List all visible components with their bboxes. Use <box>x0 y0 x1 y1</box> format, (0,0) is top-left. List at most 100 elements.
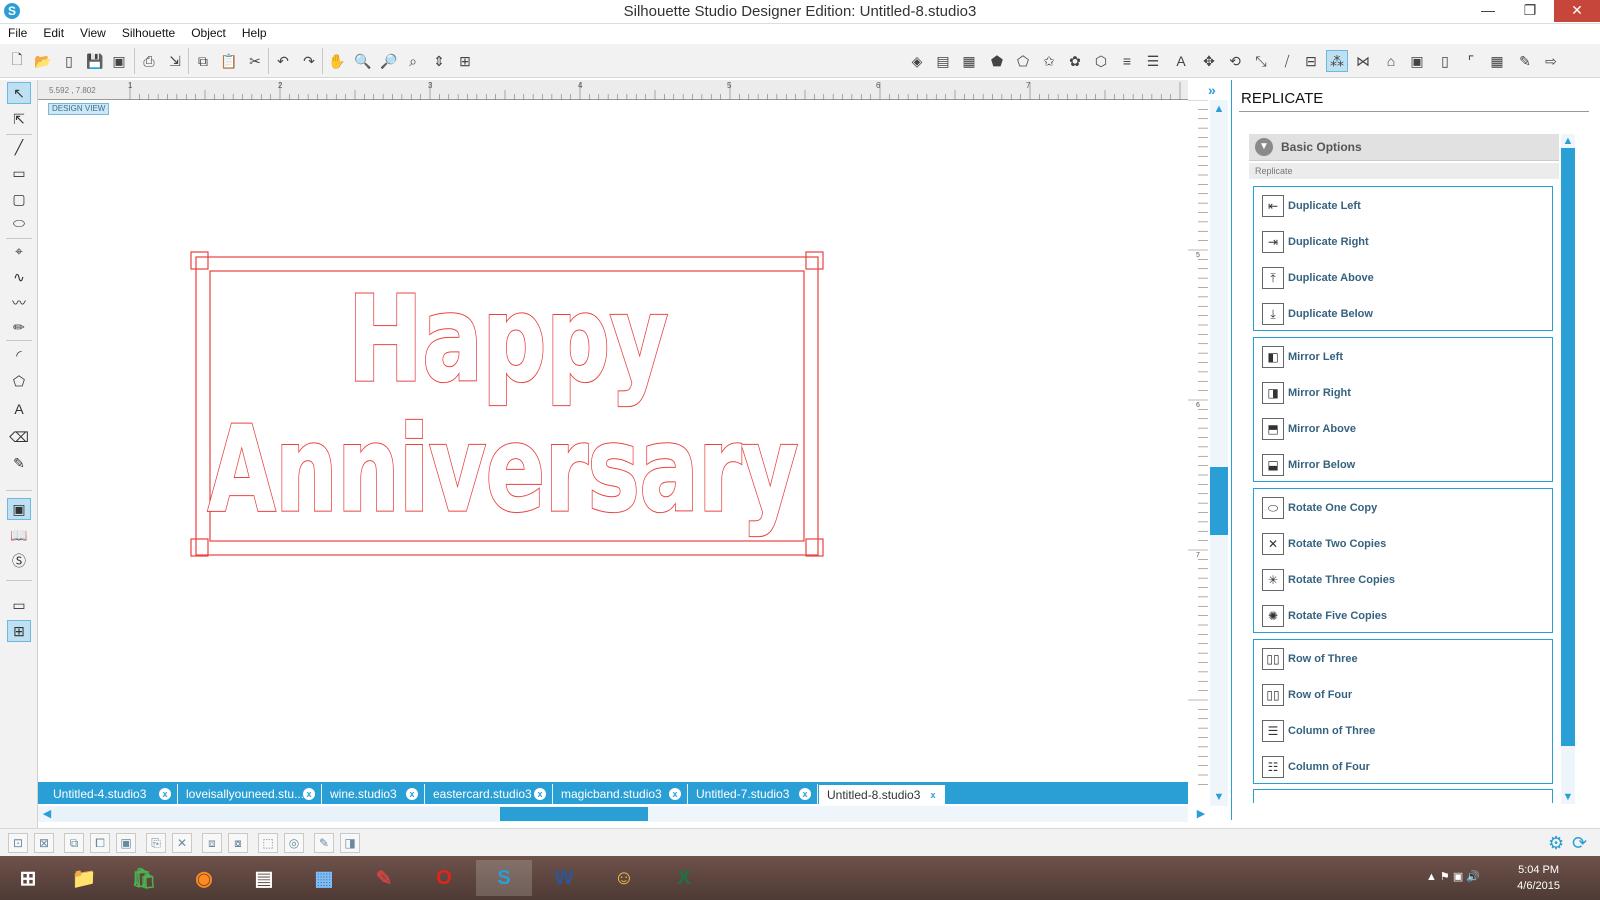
start-button-icon[interactable]: ⊞ <box>0 860 56 896</box>
column-of-four-button[interactable]: ☷ Column of Four <box>1262 753 1370 781</box>
save-to-library-icon[interactable]: ▣ <box>108 50 130 72</box>
firefox-icon[interactable]: ◉ <box>176 860 232 896</box>
minimize-button[interactable]: — <box>1468 0 1508 22</box>
menu-view[interactable]: View <box>72 24 114 42</box>
rectangle-tool-icon[interactable]: ▭ <box>7 162 31 184</box>
knife-icon[interactable]: ⌂ <box>1380 50 1402 72</box>
open-folder-icon[interactable]: 📂 <box>32 50 54 72</box>
make-compound-path-icon[interactable]: ⧉ <box>64 833 84 853</box>
column-of-three-button[interactable]: ☰ Column of Three <box>1262 717 1375 745</box>
fill-gradient-icon[interactable]: ▤ <box>932 50 954 72</box>
monitor-app-icon[interactable]: ▤ <box>236 860 292 896</box>
close-tab-icon[interactable]: x <box>159 788 171 800</box>
line-style-icon[interactable]: ⬠ <box>1012 50 1034 72</box>
store-icon[interactable]: 🛍 <box>116 860 172 896</box>
paint-icon[interactable]: ✎ <box>356 860 412 896</box>
registration-marks-icon[interactable]: ⌜ <box>1460 50 1482 72</box>
character-app-icon[interactable]: ☺ <box>596 860 652 896</box>
offset-icon[interactable]: ⬚ <box>258 833 278 853</box>
paste-icon[interactable]: 📋 <box>218 50 240 72</box>
rotate-one-copy-button[interactable]: ⬭ Rotate One Copy <box>1262 494 1377 522</box>
trace-icon[interactable]: ▣ <box>1406 50 1428 72</box>
shadow-icon[interactable]: ✩ <box>1038 50 1060 72</box>
offset-shape-icon[interactable]: ⬡ <box>1090 50 1112 72</box>
tab-untitled-4[interactable]: Untitled-4.studio3 x <box>45 784 178 804</box>
menu-edit[interactable]: Edit <box>35 24 72 42</box>
save-icon[interactable]: 💾 <box>84 50 106 72</box>
bring-to-front-icon[interactable]: ▣ <box>116 833 136 853</box>
align-icon[interactable]: ⊟ <box>1300 50 1322 72</box>
library-icon[interactable]: 📖 <box>7 524 31 546</box>
menu-file[interactable]: File <box>0 24 35 42</box>
silhouette-store-icon[interactable]: Ⓢ <box>7 550 31 572</box>
word-icon[interactable]: W <box>536 860 592 896</box>
row-of-four-button[interactable]: ▯▯ Row of Four <box>1262 681 1352 709</box>
text-tool-icon[interactable]: A <box>7 398 31 420</box>
close-tab-icon[interactable]: x <box>927 789 939 801</box>
close-tab-icon[interactable]: x <box>303 788 315 800</box>
rotate-two-copies-button[interactable]: ✕ Rotate Two Copies <box>1262 530 1386 558</box>
duplicate-left-button[interactable]: ⇤ Duplicate Left <box>1262 192 1361 220</box>
edit-points-icon[interactable]: ⇱ <box>7 108 31 130</box>
send-to-cutter-icon[interactable]: ⇨ <box>1540 50 1562 72</box>
regular-polygon-tool-icon[interactable]: ⬠ <box>7 370 31 392</box>
opera-icon[interactable]: O <box>416 860 472 896</box>
tab-untitled-8[interactable]: Untitled-8.studio3 x <box>818 784 946 804</box>
system-clock[interactable]: 5:04 PM 4/6/2015 <box>1517 862 1560 894</box>
system-tray[interactable]: ▲ ⚑ ▣ 🔊 <box>1426 870 1480 883</box>
shear-icon[interactable]: ⧸ <box>1276 50 1298 72</box>
release-compound-path-icon[interactable]: ⧠ <box>90 833 110 853</box>
freehand-tool-icon[interactable]: 〰 <box>7 292 31 314</box>
settings-gear-icon[interactable]: ⚙ <box>1548 833 1564 854</box>
control-panel-icon[interactable]: ▦ <box>296 860 352 896</box>
line-tool-icon[interactable]: ╱ <box>7 136 31 158</box>
fill-color-icon[interactable]: ◈ <box>906 50 928 72</box>
duplicate-right-button[interactable]: ⇥ Duplicate Right <box>1262 228 1369 256</box>
silhouette-taskbar-icon[interactable]: S <box>476 860 532 896</box>
redo-icon[interactable]: ↷ <box>298 50 320 72</box>
mirror-right-button[interactable]: ◨ Mirror Right <box>1262 379 1351 407</box>
text-style-icon[interactable]: A <box>1170 50 1192 72</box>
duplicate-above-button[interactable]: ⤒ Duplicate Above <box>1262 264 1374 292</box>
pan-hand-icon[interactable]: ✋ <box>326 50 348 72</box>
tab-untitled-7[interactable]: Untitled-7.studio3 x <box>688 784 818 804</box>
open-library-icon[interactable]: ▯ <box>58 50 80 72</box>
rotate-icon[interactable]: ⟲ <box>1224 50 1246 72</box>
ellipse-tool-icon[interactable]: ⬭ <box>7 212 31 234</box>
print-icon[interactable]: ⎙ <box>138 50 160 72</box>
weld-icon[interactable]: ⧈ <box>202 833 222 853</box>
zoom-out-icon[interactable]: 🔎 <box>378 50 400 72</box>
horizontal-scroll-thumb[interactable] <box>53 807 648 821</box>
scroll-right-arrow-icon[interactable]: ▶ <box>1192 807 1210 821</box>
grid-settings-icon[interactable]: ▦ <box>1486 50 1508 72</box>
subtract-icon[interactable]: ⧇ <box>228 833 248 853</box>
menu-silhouette[interactable]: Silhouette <box>114 24 183 42</box>
close-tab-icon[interactable]: x <box>799 788 811 800</box>
design-page-icon[interactable]: ▣ <box>7 498 31 520</box>
panel-scroll-thumb[interactable] <box>1561 148 1575 746</box>
excel-icon[interactable]: X <box>656 860 712 896</box>
tab-wine[interactable]: wine.studio3 x <box>322 784 425 804</box>
mirror-above-button[interactable]: ⬒ Mirror Above <box>1262 415 1356 443</box>
modify-icon[interactable]: ⋈ <box>1352 50 1374 72</box>
close-tab-icon[interactable]: x <box>406 788 418 800</box>
polygon-tool-icon[interactable]: ⌖ <box>7 240 31 262</box>
duplicate-below-button[interactable]: ⤓ Duplicate Below <box>1262 300 1373 328</box>
rounded-rectangle-tool-icon[interactable]: ▢ <box>7 188 31 210</box>
split-view-icon[interactable]: ⊞ <box>7 620 31 642</box>
row-of-three-button[interactable]: ▯▯ Row of Three <box>1262 645 1358 673</box>
collapse-panel-icon[interactable]: » <box>1208 82 1228 98</box>
basic-options-header[interactable]: ▼ Basic Options <box>1249 134 1559 161</box>
panel-scroll-down-icon[interactable]: ▼ <box>1559 790 1577 804</box>
line-color-stripes-icon[interactable]: ≡ <box>1116 50 1138 72</box>
ungroup-icon[interactable]: ⊠ <box>34 833 54 853</box>
scroll-up-arrow-icon[interactable]: ▲ <box>1210 102 1228 116</box>
line-style-dashes-icon[interactable]: ☰ <box>1142 50 1164 72</box>
vertical-scrollbar[interactable] <box>1210 100 1228 806</box>
drag-zoom-icon[interactable]: ⇕ <box>428 50 450 72</box>
shape-effects-icon[interactable]: ✿ <box>1064 50 1086 72</box>
page-setup-icon[interactable]: ▯ <box>1434 50 1456 72</box>
design-canvas[interactable]: Happy Anniversary Happy Anniversary <box>38 80 1195 792</box>
undo-icon[interactable]: ↶ <box>272 50 294 72</box>
restore-button[interactable]: ❐ <box>1510 0 1550 22</box>
